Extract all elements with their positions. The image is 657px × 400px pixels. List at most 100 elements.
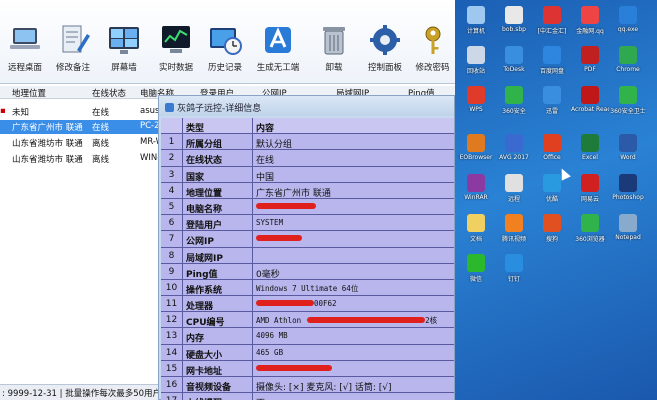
detail-row[interactable]: 14 硬盘大小 465 GB — [161, 344, 454, 361]
shortcut-label: 钉钉 — [507, 276, 520, 283]
edit-note-icon — [62, 25, 90, 53]
shortcut-label: 腾讯视频 — [501, 236, 526, 243]
desktop-shortcut[interactable]: Word — [609, 132, 647, 170]
app-shortcut-icon — [543, 174, 561, 192]
desktop-shortcut[interactable]: 腾讯视频 — [495, 212, 533, 250]
app-shortcut-icon — [505, 86, 523, 104]
detail-row[interactable]: 9 Ping值 0毫秒 — [161, 263, 454, 280]
redaction-mark — [256, 235, 302, 242]
desktop-shortcut[interactable]: WPS — [457, 84, 495, 122]
desktop-shortcut[interactable]: 计算机 — [457, 4, 495, 42]
desktop-shortcut[interactable]: 360浏览器 — [571, 212, 609, 250]
col-location[interactable]: 地理位置 — [12, 87, 46, 99]
redaction-mark — [256, 300, 314, 307]
desktop-shortcut[interactable]: ToDesk — [495, 44, 533, 82]
shortcut-label: ToDesk — [503, 66, 525, 73]
history-record-button[interactable]: 历史记录 — [200, 18, 250, 80]
app-shortcut-icon — [467, 86, 485, 104]
control-panel-button[interactable]: 控制面板 — [360, 18, 410, 80]
shortcut-label: 金融网.qq — [576, 28, 604, 35]
detail-row[interactable]: 16 音视频设备 摄像头: [×] 麦克风: [√] 话筒: [√] — [161, 377, 454, 394]
detail-row[interactable]: 2 在线状态 在线 — [161, 150, 454, 167]
screen-wall-icon — [109, 27, 139, 54]
col-status[interactable]: 在线状态 — [92, 87, 126, 99]
shortcut-label: qq.exe — [617, 26, 639, 33]
desktop-shortcut[interactable]: 钉钉 — [495, 252, 533, 290]
detail-row[interactable]: 11 处理器 00F62 — [161, 296, 454, 313]
detail-row[interactable]: 7 公网IP — [161, 231, 454, 248]
header-type: 类型 — [183, 118, 253, 134]
desktop-shortcut[interactable]: 网易云 — [571, 172, 609, 210]
app-shortcut-icon — [467, 174, 485, 192]
desktop-shortcut[interactable]: 360安全卫士 — [609, 84, 647, 122]
detail-row[interactable]: 10 操作系统 Windows 7 Ultimate 64位 — [161, 279, 454, 297]
shortcut-label: Word — [620, 154, 636, 161]
detail-row[interactable]: 5 电脑名称 — [161, 198, 454, 216]
detail-row[interactable]: 17上线提醒否 — [161, 393, 454, 400]
desktop-shortcut[interactable]: EOBrowser — [457, 132, 495, 170]
remote-desktop-button[interactable]: 远程桌面 — [0, 18, 50, 80]
shortcut-label: 远程 — [507, 196, 520, 203]
dialog-title-bar[interactable]: 灰鸽子远控-详细信息 — [159, 96, 454, 116]
uninstall-button[interactable]: 卸载 — [309, 18, 359, 80]
desktop-shortcut[interactable]: Excel — [571, 132, 609, 170]
table-row-selected[interactable]: 广东省广州市 联通 在线 PC-20 — [0, 120, 165, 134]
desktop-shortcut[interactable]: 文档 — [457, 212, 495, 250]
desktop-shortcut[interactable]: 远程 — [495, 172, 533, 210]
detail-row[interactable]: 1 所属分组 默认分组 — [161, 134, 454, 151]
shortcut-label: 微信 — [469, 276, 482, 283]
desktop-shortcut[interactable]: Acrobat Reader DC — [571, 84, 609, 122]
app-shortcut-icon — [543, 134, 561, 152]
app-shortcut-icon — [505, 134, 523, 152]
desktop-shortcut[interactable]: 迅雷 — [533, 84, 571, 122]
shortcut-label: Photoshop — [612, 194, 644, 201]
table-row[interactable]: ▪ 未知 在线 asus — [0, 105, 159, 119]
detail-table: 类型 内容 1 所属分组 默认分组 2 在线状态 在线 3 国家 中国 4 地理位置 广东省广州… — [161, 118, 454, 400]
change-password-button[interactable]: 修改密码 — [410, 18, 455, 80]
desktop-shortcut[interactable]: Notepad — [609, 212, 647, 250]
desktop-shortcut[interactable]: 搜狗 — [533, 212, 571, 250]
redaction-mark — [256, 364, 332, 371]
desktop-shortcut[interactable]: 微信 — [457, 252, 495, 290]
table-row[interactable]: 山东省潍坊市 联通 离线 MR-WA — [0, 136, 169, 150]
desktop-shortcut[interactable]: 金融网.qq — [571, 4, 609, 42]
shortcut-label: 360安全 — [502, 108, 526, 115]
desktop-shortcut[interactable]: WinRAR — [457, 172, 495, 210]
desktop-shortcut[interactable]: PDF — [571, 44, 609, 82]
realtime-data-button[interactable]: 实时数据 — [151, 18, 201, 80]
detail-row[interactable]: 12 CPU编号 AMD Athlon 2核 — [161, 312, 454, 329]
desktop-shortcut[interactable]: [中汇金汇] — [533, 4, 571, 42]
shortcut-label: Chrome — [616, 66, 640, 73]
app-shortcut-icon — [543, 6, 561, 24]
desktop-shortcut[interactable]: bob.sbp — [495, 4, 533, 42]
generate-client-button[interactable]: 生成无工端 — [253, 18, 303, 80]
screen-wall-button[interactable]: 屏幕墙 — [99, 18, 149, 80]
desktop-shortcut[interactable]: AVG 2017 — [495, 132, 533, 170]
desktop-shortcut[interactable]: 百度网盘 — [533, 44, 571, 82]
desktop-shortcut[interactable]: 回收站 — [457, 44, 495, 82]
app-shortcut-icon — [467, 214, 485, 232]
app-shortcut-icon — [505, 6, 523, 24]
detail-row[interactable]: 8 局域网IP — [161, 247, 454, 264]
app-shortcut-icon — [505, 254, 523, 272]
edit-note-button[interactable]: 修改备注 — [48, 18, 98, 80]
desktop-shortcut[interactable]: qq.exe — [609, 4, 647, 42]
windows-desktop: 计算机 bob.sbp [中汇金汇] 金融网.qq qq.exe 回收站 ToDesk 百度网… — [455, 0, 657, 400]
app-shortcut-icon — [619, 86, 637, 104]
detail-row[interactable]: 13 内存 4096 MB — [161, 328, 454, 345]
detail-row[interactable]: 6 登陆用户 SYSTEM — [161, 215, 454, 232]
shortcut-label: WPS — [469, 106, 483, 113]
desktop-shortcut[interactable]: 360安全 — [495, 84, 533, 122]
header-content: 内容 — [256, 124, 275, 134]
detail-row[interactable]: 4 地理位置 广东省广州市 联通 — [161, 182, 454, 199]
redaction-mark — [256, 202, 316, 209]
dialog-title: 灰鸽子远控-详细信息 — [177, 104, 262, 114]
desktop-shortcut[interactable]: Photoshop — [609, 172, 647, 210]
desktop-shortcut[interactable]: Chrome — [609, 44, 647, 82]
detail-row[interactable]: 15 网卡地址 — [161, 360, 454, 377]
desktop-shortcut[interactable]: Office — [533, 132, 571, 170]
row-marker: ▪ — [0, 106, 6, 116]
table-row[interactable]: 山东省潍坊市 联通 离线 WIN-E — [0, 152, 166, 166]
app-shortcut-icon — [581, 214, 599, 232]
detail-row[interactable]: 3 国家 中国 — [161, 166, 454, 183]
